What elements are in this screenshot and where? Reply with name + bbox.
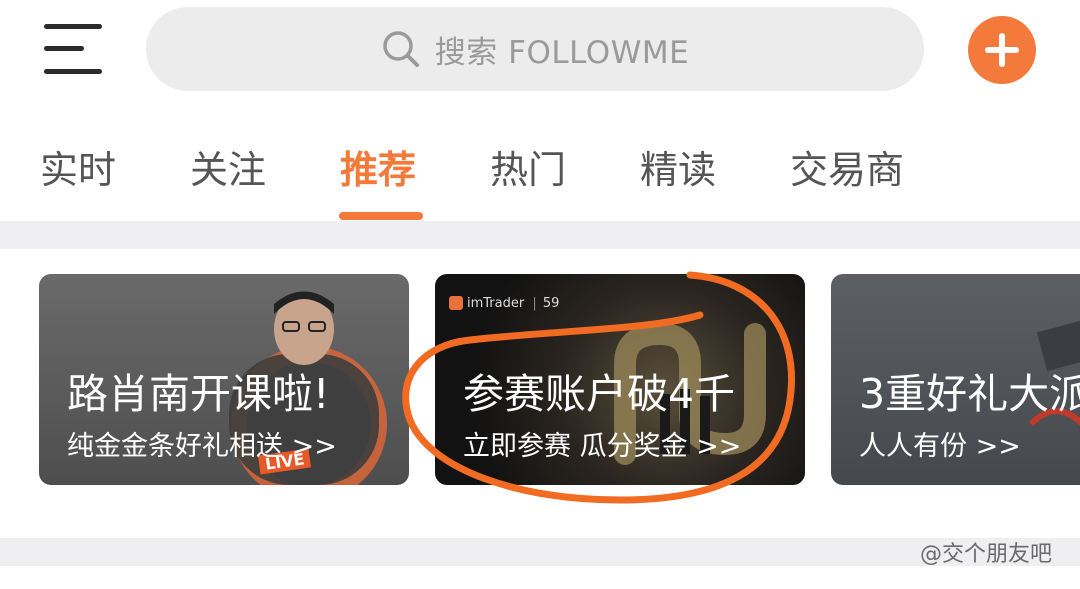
tab-featured[interactable]: 精读: [640, 138, 716, 202]
tab-bar: 实时 关注 推荐 热门 精读 交易商: [0, 138, 1080, 218]
banner-title: 参赛账户破4千: [463, 370, 736, 418]
tab-realtime[interactable]: 实时: [40, 138, 116, 202]
banner-subtitle: 立即参赛 瓜分奖金 >>: [463, 431, 742, 462]
brand-divider: |: [532, 296, 537, 311]
menu-button[interactable]: [44, 24, 102, 76]
tab-following[interactable]: 关注: [190, 138, 266, 202]
menu-bar-bottom: [44, 69, 102, 74]
banner-course[interactable]: LIVE 路肖南开课啦! 纯金金条好礼相送 >>: [39, 274, 409, 485]
search-input[interactable]: 搜索 FOLLOWME: [146, 7, 924, 91]
tab-recommended[interactable]: 推荐: [340, 138, 416, 202]
search-placeholder: 搜索 FOLLOWME: [434, 34, 690, 71]
banner-title: 3重好礼大派: [859, 370, 1080, 418]
hamburger-menu-icon: [44, 24, 102, 29]
menu-bar-middle: [44, 46, 84, 51]
active-tab-indicator: [339, 212, 423, 220]
brand-name: imTrader: [467, 296, 525, 311]
banner-subtitle: 纯金金条好礼相送 >>: [67, 431, 337, 462]
banner-gifts[interactable]: 3重好礼大派 人人有份 >>: [831, 274, 1080, 485]
plus-icon-vertical: [999, 33, 1005, 67]
banner-contest[interactable]: imTrader | 59 参赛账户破4千 立即参赛 瓜分奖金 >>: [435, 274, 805, 485]
watermark-text: @交个朋友吧: [920, 542, 1053, 567]
tab-brokers[interactable]: 交易商: [790, 138, 904, 202]
brand-number: 59: [542, 296, 560, 311]
section-divider-bottom: [0, 538, 1080, 566]
tab-hot[interactable]: 热门: [490, 138, 566, 202]
search-icon: [383, 31, 419, 67]
section-divider: [0, 221, 1080, 249]
banner-subtitle: 人人有份 >>: [859, 431, 1021, 462]
banner-title: 路肖南开课啦!: [67, 370, 330, 418]
add-button[interactable]: [968, 16, 1036, 84]
imtrader-logo: imTrader | 59: [467, 296, 559, 311]
